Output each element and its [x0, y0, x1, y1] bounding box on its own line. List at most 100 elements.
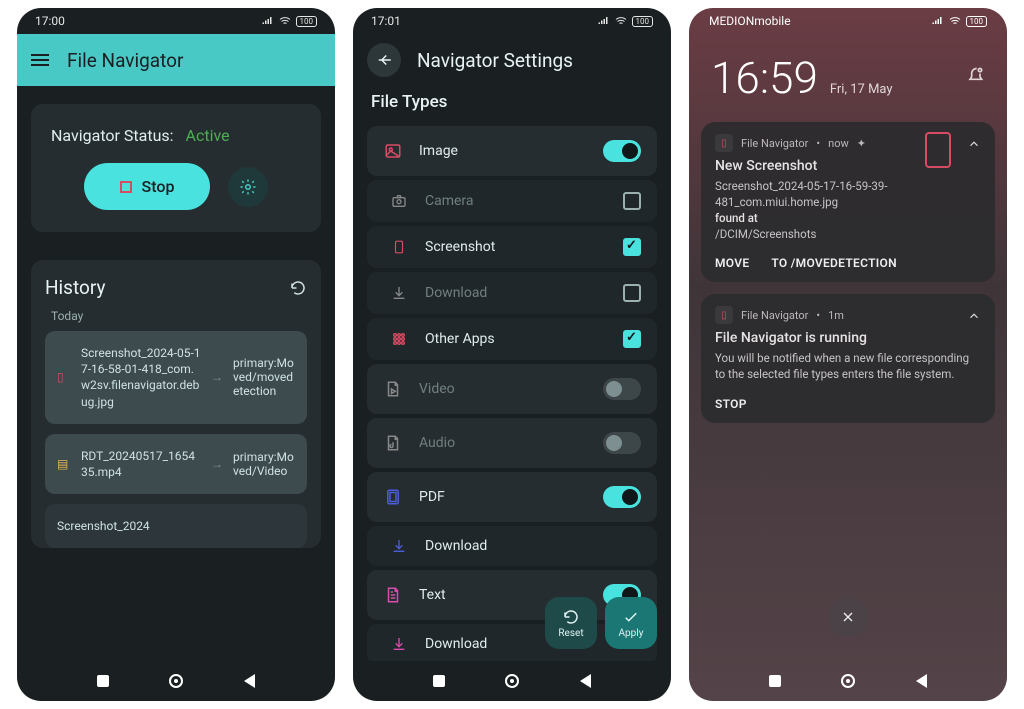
- source-pdf-download[interactable]: Download: [367, 526, 657, 566]
- image-icon: [383, 142, 403, 160]
- filetype-label: Video: [419, 381, 587, 397]
- fab-row: Reset Apply: [545, 597, 657, 649]
- notif-actions: STOP: [715, 397, 981, 411]
- download-icon: [389, 636, 409, 652]
- source-screenshot[interactable]: Screenshot: [367, 226, 657, 268]
- notif-filename: Screenshot_2024-05-17-16-59-39-481_com.m…: [715, 179, 888, 209]
- nav-recent-icon[interactable]: [433, 675, 445, 687]
- text-icon: [383, 586, 403, 604]
- filetype-pdf[interactable]: PDF: [367, 472, 657, 522]
- status-icons: 100: [596, 15, 654, 27]
- arrow-icon: →: [211, 370, 223, 384]
- check-icon: [622, 608, 640, 626]
- signal-icon: [930, 15, 944, 27]
- filetype-audio[interactable]: Audio: [367, 418, 657, 468]
- status-card: Navigator Status: Active Stop: [31, 104, 321, 232]
- history-day-label: Today: [51, 309, 301, 323]
- history-item-name: RDT_20240517_165435.mp4: [81, 448, 201, 480]
- notif-body: You will be notified when a new file cor…: [715, 350, 981, 382]
- reset-button[interactable]: Reset: [545, 597, 597, 649]
- toggle[interactable]: [603, 140, 641, 162]
- screenshot-thumb-icon: [925, 132, 951, 168]
- close-icon: [840, 609, 856, 625]
- source-camera[interactable]: Camera: [367, 180, 657, 222]
- source-label: Download: [425, 538, 641, 554]
- notif-found-at: found at: [715, 211, 758, 225]
- chevron-up-icon[interactable]: [967, 308, 981, 327]
- screen-main: 17:00 100 File Navigator Navigator Statu…: [17, 8, 335, 701]
- status-carrier: MEDIONmobile: [709, 14, 791, 28]
- notif-app: File Navigator: [741, 137, 808, 150]
- filetype-video[interactable]: Video: [367, 364, 657, 414]
- source-other-apps[interactable]: Other Apps: [367, 318, 657, 360]
- apps-icon: [389, 331, 409, 347]
- wifi-icon: [614, 15, 628, 27]
- checkbox[interactable]: [623, 284, 641, 302]
- notification-running[interactable]: ▯ File Navigator • 1m File Navigator is …: [701, 294, 995, 422]
- checkbox[interactable]: [623, 238, 641, 256]
- arrow-left-icon: [375, 51, 393, 69]
- status-icons: 100: [260, 15, 318, 27]
- action-row: Stop: [51, 163, 301, 210]
- menu-icon[interactable]: [31, 51, 49, 69]
- filetype-label: PDF: [419, 489, 587, 505]
- nav-back-icon[interactable]: [916, 674, 927, 688]
- status-time: 17:00: [35, 14, 65, 28]
- status-value: Active: [186, 126, 230, 145]
- notif-when: 1m: [828, 309, 844, 322]
- history-title: History: [45, 276, 105, 299]
- apply-button[interactable]: Apply: [605, 597, 657, 649]
- history-item-dest: primary:Moved/movedetection: [233, 356, 295, 398]
- toggle[interactable]: [603, 432, 641, 454]
- checkbox[interactable]: [623, 330, 641, 348]
- nav-home-icon[interactable]: [841, 674, 855, 688]
- notification-header: ▯ File Navigator • 1m: [715, 306, 981, 324]
- stop-button[interactable]: Stop: [84, 163, 211, 210]
- notif-body: Screenshot_2024-05-17-16-59-39-481_com.m…: [715, 178, 935, 242]
- battery-icon: 100: [296, 16, 318, 27]
- source-download[interactable]: Download: [367, 272, 657, 314]
- status-bar: MEDIONmobile 100: [689, 8, 1007, 34]
- notif-path: /DCIM/Screenshots: [715, 227, 816, 241]
- nav-back-icon[interactable]: [580, 674, 591, 688]
- settings-button[interactable]: [228, 167, 268, 207]
- toggle[interactable]: [603, 486, 641, 508]
- dnd-icon[interactable]: [965, 66, 985, 90]
- back-button[interactable]: [367, 43, 401, 77]
- filetype-image[interactable]: Image: [367, 126, 657, 176]
- refresh-icon[interactable]: [289, 279, 307, 297]
- video-icon: [383, 380, 403, 398]
- chevron-up-icon[interactable]: [967, 136, 981, 155]
- history-item-name: Screenshot_2024: [57, 518, 177, 534]
- status-bar: 17:00 100: [17, 8, 335, 34]
- source-label: Download: [425, 285, 607, 301]
- main-content: Navigator Status: Active Stop History To…: [17, 86, 335, 661]
- history-item[interactable]: Screenshot_2024: [45, 504, 307, 548]
- clear-notifications-button[interactable]: [828, 597, 868, 637]
- nav-home-icon[interactable]: [505, 674, 519, 688]
- screenshot-icon: [389, 238, 409, 256]
- history-item[interactable]: ▤ RDT_20240517_165435.mp4 → primary:Move…: [45, 434, 307, 494]
- stop-label: Stop: [142, 177, 175, 196]
- wifi-icon: [278, 15, 292, 27]
- status-icons: 100: [930, 15, 988, 27]
- camera-icon: [389, 193, 409, 209]
- nav-home-icon[interactable]: [169, 674, 183, 688]
- checkbox[interactable]: [623, 192, 641, 210]
- notification-new-screenshot[interactable]: ▯ File Navigator • now ✦ New Screenshot …: [701, 122, 995, 282]
- app-top-bar: File Navigator: [17, 34, 335, 86]
- screen-settings: 17:01 100 Navigator Settings File Types …: [353, 8, 671, 701]
- action-to[interactable]: TO /MOVEDETECTION: [771, 256, 896, 270]
- action-move[interactable]: MOVE: [715, 256, 749, 270]
- toggle[interactable]: [603, 378, 641, 400]
- download-icon: [389, 538, 409, 554]
- action-stop[interactable]: STOP: [715, 397, 747, 411]
- history-item[interactable]: ▯ Screenshot_2024-05-17-16-58-01-418_com…: [45, 331, 307, 424]
- nav-back-icon[interactable]: [244, 674, 255, 688]
- notif-app: File Navigator: [741, 309, 808, 322]
- nav-recent-icon[interactable]: [97, 675, 109, 687]
- nav-recent-icon[interactable]: [769, 675, 781, 687]
- android-nav-bar: [353, 661, 671, 701]
- file-type-list: Image Camera Screenshot Download Other A…: [353, 126, 671, 661]
- history-item-name: Screenshot_2024-05-17-16-58-01-418_com.w…: [81, 345, 201, 410]
